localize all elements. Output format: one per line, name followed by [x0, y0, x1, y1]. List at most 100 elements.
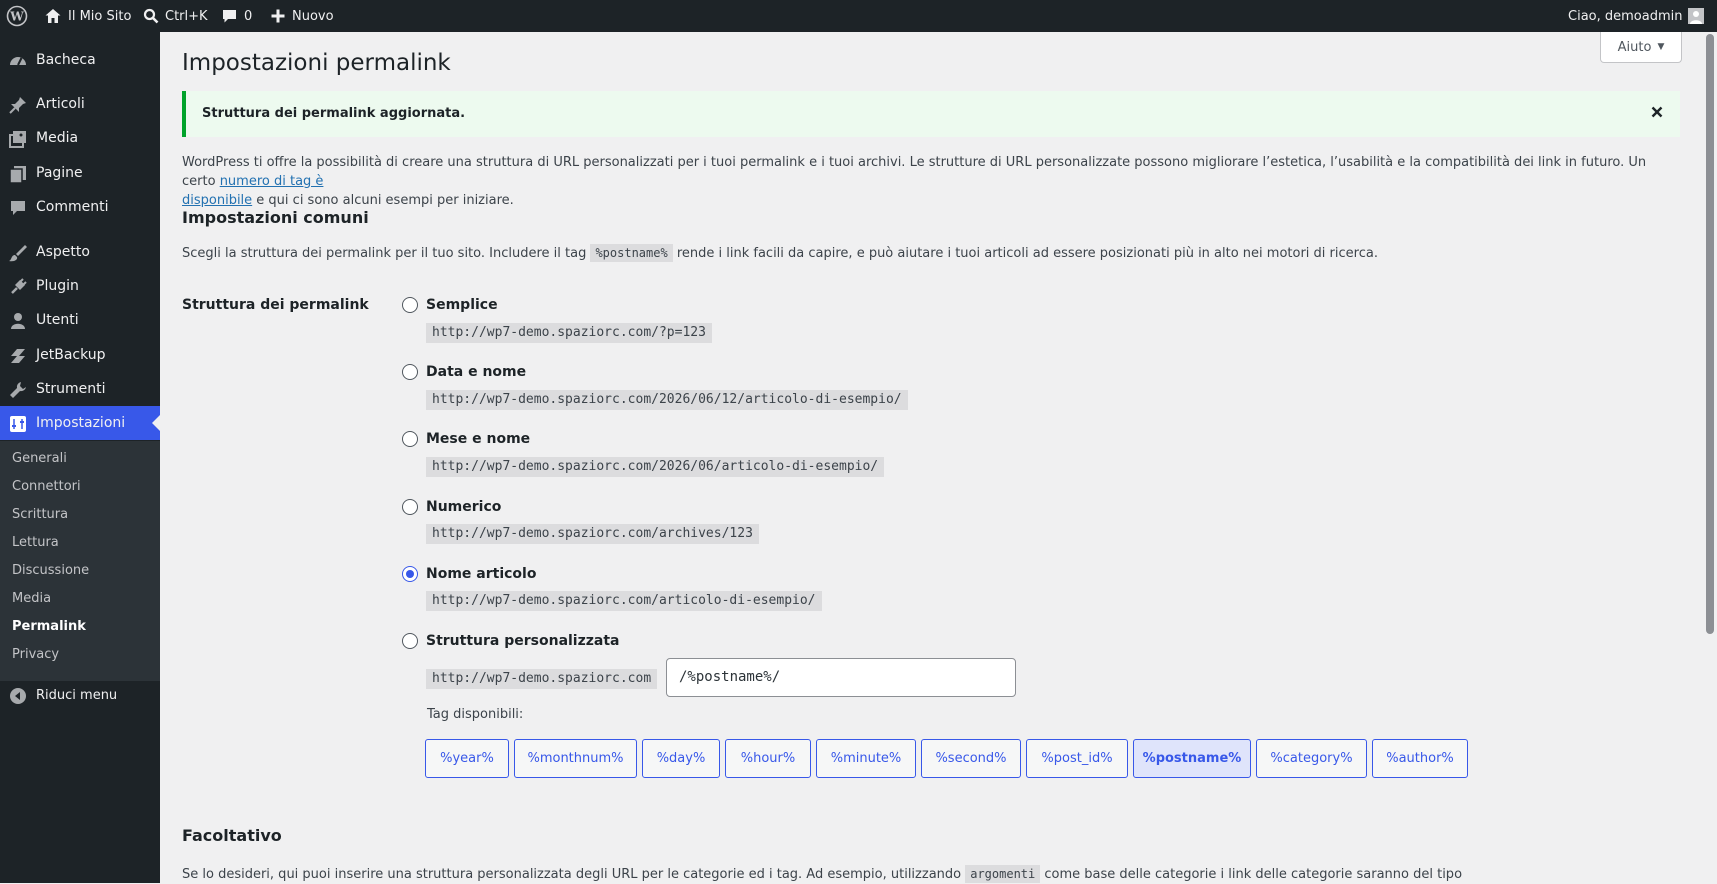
- sidebar-item-commenti[interactable]: Commenti: [0, 190, 160, 224]
- sidebar-item-label: Pagine: [36, 165, 83, 181]
- sidebar-item-plugin[interactable]: Plugin: [0, 269, 160, 303]
- sidebar-item-label: Media: [36, 130, 79, 146]
- option-struttura-personalizzata[interactable]: Struttura personalizzata: [402, 631, 620, 651]
- submenu-item-discussione[interactable]: Discussione: [12, 563, 89, 578]
- argomenti-code: argomenti: [965, 865, 1041, 883]
- submenu-item-generali[interactable]: Generali: [12, 451, 67, 466]
- help-tab-button[interactable]: Aiuto ▼: [1600, 32, 1682, 63]
- plus-icon: [271, 9, 285, 23]
- sidebar-item-label: Plugin: [36, 278, 79, 294]
- dashboard-icon: [8, 51, 28, 71]
- brush-icon: [8, 243, 28, 263]
- avatar: [1688, 8, 1705, 24]
- help-label: Aiuto: [1617, 39, 1652, 55]
- sidebar-item-label: Utenti: [36, 312, 79, 328]
- common-settings-heading: Impostazioni comuni: [182, 208, 369, 227]
- sidebar-item-pagine[interactable]: Pagine: [0, 156, 160, 190]
- sidebar-item-media[interactable]: Media: [0, 121, 160, 155]
- scrollbar-thumb[interactable]: [1706, 34, 1714, 634]
- user-icon: [8, 311, 28, 331]
- radio-nome-articolo[interactable]: [402, 566, 418, 582]
- radio-struttura-personalizzata[interactable]: [402, 633, 418, 649]
- tag-button-day[interactable]: %day%: [642, 739, 720, 778]
- sidebar-item-bacheca[interactable]: Bacheca: [0, 43, 160, 77]
- greeting: Ciao, demoadmin: [1568, 8, 1683, 24]
- custom-structure-base-url: http://wp7-demo.spaziorc.com: [426, 669, 658, 689]
- option-label: Struttura personalizzata: [426, 633, 620, 649]
- tag-button-post-id[interactable]: %post_id%: [1026, 739, 1128, 778]
- caret-down-icon: ▼: [1657, 42, 1665, 52]
- comments-link[interactable]: 0: [221, 0, 252, 32]
- site-name: Il Mio Sito: [68, 8, 132, 24]
- search-shortcut[interactable]: Ctrl+K: [143, 0, 208, 32]
- success-notice: Struttura dei permalink aggiornata.: [182, 91, 1680, 137]
- available-tags-label: Tag disponibili:: [427, 707, 524, 722]
- wordpress-logo-icon[interactable]: W: [6, 0, 28, 32]
- intro-paragraph: WordPress ti offre la possibilità di cre…: [182, 155, 1647, 208]
- sidebar-item-articoli[interactable]: Articoli: [0, 87, 160, 121]
- submenu-item-connettori[interactable]: Connettori: [12, 479, 81, 494]
- pin-icon: [8, 95, 28, 115]
- option-semplice[interactable]: Semplice: [402, 295, 498, 315]
- sidebar-item-impostazioni[interactable]: Impostazioni: [0, 406, 160, 440]
- radio-numerico[interactable]: [402, 499, 418, 515]
- radio-semplice[interactable]: [402, 297, 418, 313]
- example-url: http://wp7-demo.spaziorc.com/articolo-di…: [426, 591, 822, 611]
- tag-button-postname[interactable]: %postname%: [1133, 739, 1251, 778]
- common-settings-description: Scegli la struttura dei permalink per il…: [182, 244, 1378, 262]
- search-icon: [143, 8, 159, 24]
- admin-sidebar: Bacheca Articoli Media Pagine Commenti A…: [0, 32, 160, 883]
- jetbackup-icon: [8, 346, 28, 366]
- submenu-item-privacy[interactable]: Privacy: [12, 647, 59, 662]
- collapse-icon: [8, 686, 28, 706]
- option-mese-e-nome[interactable]: Mese e nome: [402, 429, 530, 449]
- radio-data-e-nome[interactable]: [402, 364, 418, 380]
- tag-button-author[interactable]: %author%: [1372, 739, 1468, 778]
- custom-structure-input[interactable]: /%postname%/: [666, 658, 1016, 697]
- submenu-item-media[interactable]: Media: [12, 591, 51, 606]
- tag-button-year[interactable]: %year%: [425, 739, 509, 778]
- media-icon: [8, 129, 28, 149]
- tag-button-monthnum[interactable]: %monthnum%: [514, 739, 637, 778]
- sidebar-item-label: Articoli: [36, 96, 85, 112]
- sidebar-item-label: JetBackup: [36, 347, 106, 363]
- example-url: http://wp7-demo.spaziorc.com/?p=123: [426, 323, 712, 343]
- page-title: Impostazioni permalink: [182, 50, 451, 76]
- submenu-item-permalink[interactable]: Permalink: [12, 619, 86, 634]
- option-nome-articolo[interactable]: Nome articolo: [402, 564, 536, 584]
- page-icon: [8, 164, 28, 184]
- submenu-item-scrittura[interactable]: Scrittura: [12, 507, 68, 522]
- collapse-menu-button[interactable]: Riduci menu: [0, 678, 160, 712]
- tag-button-minute[interactable]: %minute%: [816, 739, 916, 778]
- sidebar-item-aspetto[interactable]: Aspetto: [0, 235, 160, 269]
- sidebar-item-label: Aspetto: [36, 244, 90, 260]
- new-content-link[interactable]: Nuovo: [270, 0, 334, 32]
- radio-mese-e-nome[interactable]: [402, 431, 418, 447]
- sidebar-item-label: Impostazioni: [36, 415, 126, 431]
- tag-button-category[interactable]: %category%: [1256, 739, 1367, 778]
- sidebar-item-jetbackup[interactable]: JetBackup: [0, 338, 160, 372]
- option-label: Semplice: [426, 297, 498, 313]
- home-icon: [45, 9, 61, 23]
- comments-count: 0: [244, 8, 253, 24]
- tag-button-hour[interactable]: %hour%: [725, 739, 811, 778]
- option-label: Mese e nome: [426, 431, 531, 447]
- submenu-item-lettura[interactable]: Lettura: [12, 535, 59, 550]
- sidebar-item-strumenti[interactable]: Strumenti: [0, 372, 160, 406]
- new-label: Nuovo: [292, 8, 334, 24]
- example-url: http://wp7-demo.spaziorc.com/2026/06/12/…: [426, 390, 908, 410]
- option-numerico[interactable]: Numerico: [402, 497, 501, 517]
- my-account-link[interactable]: Ciao, demoadmin: [1568, 0, 1705, 32]
- page-scrollbar[interactable]: [1703, 32, 1717, 883]
- sidebar-item-label: Commenti: [36, 199, 109, 215]
- sidebar-item-utenti[interactable]: Utenti: [0, 303, 160, 337]
- wrench-icon: [8, 380, 28, 400]
- notice-message: Struttura dei permalink aggiornata.: [202, 106, 466, 121]
- option-label: Numerico: [426, 499, 502, 515]
- comment-icon: [8, 198, 28, 218]
- comment-bubble-icon: [223, 9, 236, 22]
- site-name-link[interactable]: Il Mio Sito: [44, 0, 131, 32]
- option-data-e-nome[interactable]: Data e nome: [402, 362, 526, 382]
- tag-button-second[interactable]: %second%: [921, 739, 1021, 778]
- dismiss-notice-icon[interactable]: [1648, 103, 1666, 121]
